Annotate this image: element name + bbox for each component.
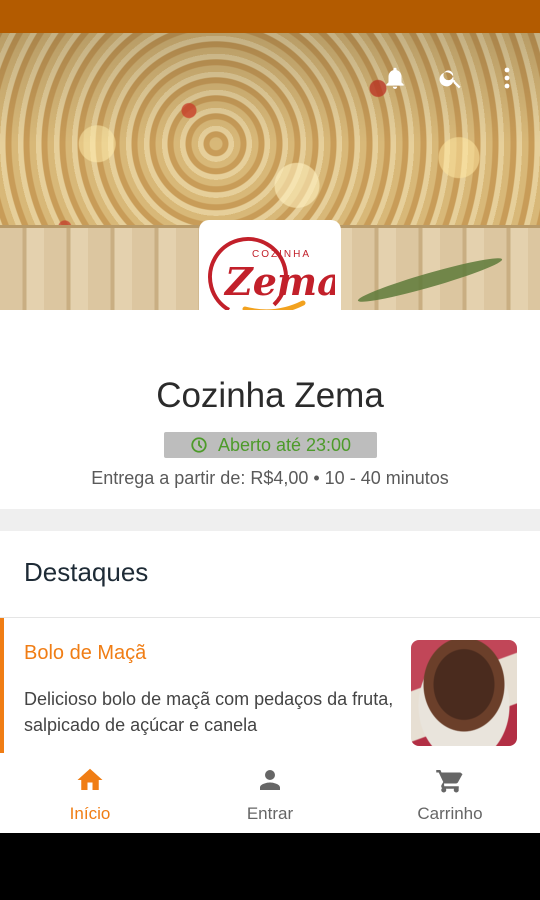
nav-label-inicio: Início bbox=[69, 804, 111, 823]
nav-item-entrar[interactable]: Entrar bbox=[180, 765, 360, 824]
delivery-info: Entrega a partir de: R$4,00 • 10 - 40 mi… bbox=[91, 468, 449, 488]
home-icon bbox=[77, 768, 103, 790]
logo-main-text: Zema bbox=[223, 259, 335, 304]
search-icon[interactable] bbox=[436, 63, 466, 93]
highlights-title: Destaques bbox=[24, 557, 149, 587]
cart-icon bbox=[436, 770, 463, 793]
store-info: Cozinha Zema Aberto até 23:00 Entrega a … bbox=[0, 310, 540, 509]
product-image bbox=[411, 640, 517, 746]
product-name: Bolo de Maçã bbox=[24, 642, 147, 664]
section-divider bbox=[0, 509, 540, 531]
status-text: Aberto até 23:00 bbox=[217, 434, 352, 455]
product-card[interactable]: Bolo de Maçã Delicioso bolo de maçã com … bbox=[0, 618, 540, 753]
nav-label-carrinho: Carrinho bbox=[417, 804, 483, 823]
more-vert-icon[interactable] bbox=[492, 63, 522, 93]
highlights-header: Destaques bbox=[0, 531, 540, 618]
nav-item-carrinho[interactable]: Carrinho bbox=[360, 765, 540, 824]
status-badge: Aberto até 23:00 bbox=[164, 432, 377, 458]
person-icon bbox=[260, 770, 280, 790]
status-bar bbox=[0, 0, 540, 33]
store-name: Cozinha Zema bbox=[156, 376, 384, 415]
bell-icon[interactable] bbox=[380, 63, 410, 93]
clock-icon bbox=[191, 437, 207, 453]
nav-item-inicio[interactable]: Início bbox=[0, 765, 180, 824]
nav-label-entrar: Entrar bbox=[246, 804, 294, 823]
app-screen: COZINHA Zema Cozinha Zema Aberto até 23:… bbox=[0, 33, 540, 833]
header-actions bbox=[380, 63, 522, 93]
bottom-navigation: Início Entrar Carrinho bbox=[0, 753, 540, 833]
product-description: Delicioso bolo de maçã com pedaços da fr… bbox=[24, 689, 394, 735]
